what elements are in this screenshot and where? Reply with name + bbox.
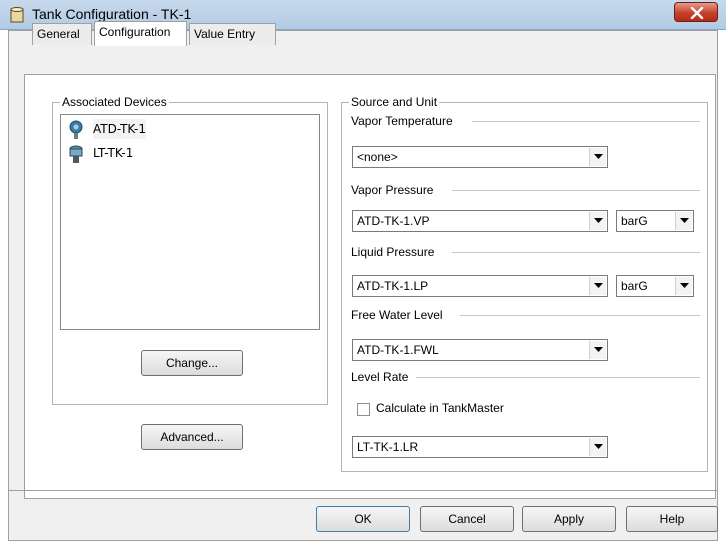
apply-button[interactable]: Apply [522, 506, 616, 532]
divider [452, 252, 700, 253]
tab-general[interactable]: General [32, 23, 92, 45]
level-rate-label: Level Rate [351, 370, 409, 384]
divider [452, 190, 700, 191]
chevron-down-icon [680, 283, 689, 288]
dropdown-arrow[interactable] [589, 341, 606, 359]
chevron-down-icon [594, 283, 603, 288]
dropdown-arrow[interactable] [675, 277, 692, 295]
level-rate-value: LT-TK-1.LR [357, 440, 419, 454]
vapor-temperature-value: <none> [357, 150, 398, 164]
ok-button[interactable]: OK [316, 506, 410, 532]
liquid-pressure-unit-select[interactable]: barG [616, 275, 694, 297]
liquid-pressure-select[interactable]: ATD-TK-1.LP [352, 275, 608, 297]
vapor-pressure-unit-select[interactable]: barG [616, 210, 694, 232]
vapor-pressure-value: ATD-TK-1.VP [357, 214, 430, 228]
chevron-down-icon [594, 154, 603, 159]
liquid-pressure-label: Liquid Pressure [351, 245, 435, 259]
divider [472, 121, 700, 122]
vapor-pressure-select[interactable]: ATD-TK-1.VP [352, 210, 608, 232]
source-and-unit-label: Source and Unit [349, 95, 440, 109]
liquid-pressure-unit: barG [621, 279, 648, 293]
associated-devices-label: Associated Devices [60, 95, 169, 109]
cancel-button[interactable]: Cancel [420, 506, 514, 532]
advanced-button[interactable]: Advanced... [141, 424, 243, 450]
tab-value-entry[interactable]: Value Entry [189, 23, 276, 45]
devices-listbox[interactable]: ATD-TK-1 LT-TK-1 [60, 114, 320, 330]
close-button[interactable] [674, 2, 718, 22]
chevron-down-icon [594, 444, 603, 449]
free-water-level-value: ATD-TK-1.FWL [357, 343, 439, 357]
tab-configuration[interactable]: Configuration [94, 21, 187, 46]
free-water-level-label: Free Water Level [351, 308, 443, 322]
divider [460, 315, 700, 316]
window-title: Tank Configuration - TK-1 [32, 6, 192, 22]
help-button[interactable]: Help [626, 506, 718, 532]
tank-configuration-window: Tank Configuration - TK-1 General Config… [0, 0, 726, 549]
dropdown-arrow[interactable] [675, 212, 692, 230]
pressure-device-icon [69, 120, 83, 139]
calculate-in-tankmaster-label[interactable]: Calculate in TankMaster [376, 401, 504, 415]
free-water-level-select[interactable]: ATD-TK-1.FWL [352, 339, 608, 361]
dropdown-arrow[interactable] [589, 438, 606, 456]
level-rate-select[interactable]: LT-TK-1.LR [352, 436, 608, 458]
change-button[interactable]: Change... [141, 350, 243, 376]
vapor-pressure-unit: barG [621, 214, 648, 228]
chevron-down-icon [680, 218, 689, 223]
liquid-pressure-value: ATD-TK-1.LP [357, 279, 429, 293]
divider [8, 490, 718, 491]
vapor-temperature-label: Vapor Temperature [351, 114, 453, 128]
calculate-in-tankmaster-checkbox[interactable] [357, 403, 370, 416]
divider [416, 377, 700, 378]
vapor-pressure-label: Vapor Pressure [351, 183, 434, 197]
chevron-down-icon [594, 218, 603, 223]
device-label: LT-TK-1 [93, 146, 134, 160]
dropdown-arrow[interactable] [589, 277, 606, 295]
close-icon [690, 7, 704, 19]
tank-icon [10, 7, 24, 23]
device-label: ATD-TK-1 [93, 119, 146, 139]
level-transmitter-icon [69, 145, 83, 163]
dropdown-arrow[interactable] [589, 212, 606, 230]
vapor-temperature-select[interactable]: <none> [352, 146, 608, 168]
chevron-down-icon [594, 347, 603, 352]
dropdown-arrow[interactable] [589, 148, 606, 166]
